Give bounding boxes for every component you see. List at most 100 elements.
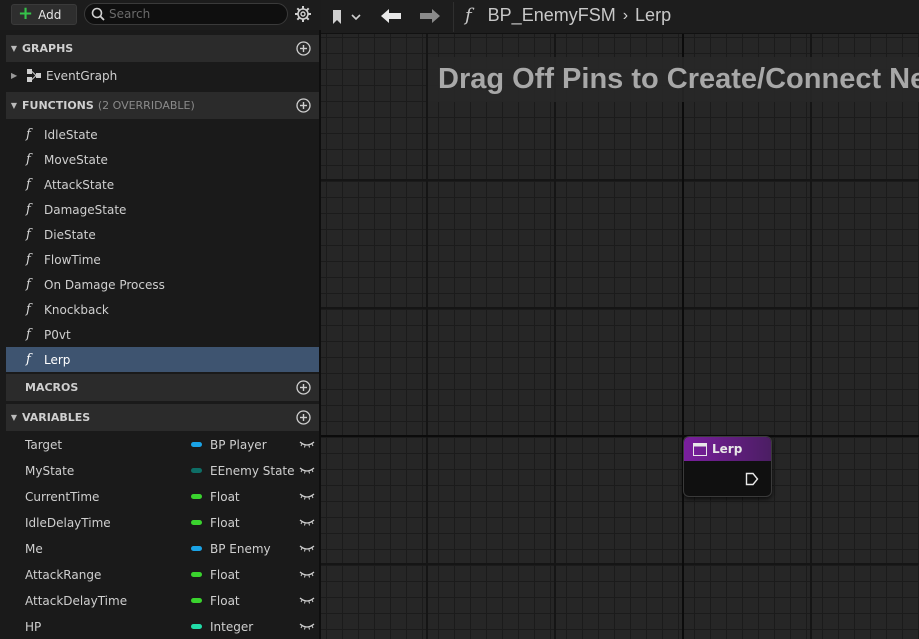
function-item[interactable]: f DamageState	[6, 197, 319, 222]
variable-type-label: Integer	[210, 619, 254, 634]
panel-toolbar: + Add	[0, 0, 321, 30]
section-graphs-label: GRAPHS	[22, 42, 74, 55]
my-blueprint-panel: + Add ▼ GRAPHS ▶	[0, 0, 321, 639]
function-item-label: MoveState	[44, 152, 108, 167]
variable-name: AttackRange	[25, 567, 102, 582]
variable-type-label: BP Player	[210, 437, 267, 452]
eye-closed-icon[interactable]	[299, 569, 315, 579]
add-graph-icon[interactable]	[296, 41, 311, 56]
function-icon: f	[26, 327, 31, 342]
graph-item-eventgraph[interactable]: ▶ EventGraph	[6, 63, 319, 88]
eye-closed-icon[interactable]	[299, 517, 315, 527]
section-variables-label: VARIABLES	[22, 411, 91, 424]
eye-closed-icon[interactable]	[299, 595, 315, 605]
add-button[interactable]: + Add	[11, 4, 77, 25]
graph-toolbar: f BP_EnemyFSM › Lerp	[321, 0, 919, 34]
eye-closed-icon[interactable]	[299, 491, 315, 501]
variable-type-label: EEnemy State	[210, 463, 295, 478]
variable-name: MyState	[25, 463, 75, 478]
function-icon: f	[26, 227, 31, 242]
function-item-label: P0vt	[44, 327, 71, 342]
variable-item[interactable]: AttackDelayTime Float	[6, 588, 319, 613]
plus-icon: +	[18, 2, 34, 24]
variable-type[interactable]: BP Enemy	[191, 542, 271, 556]
function-item-label: DamageState	[44, 202, 127, 217]
gear-icon[interactable]	[294, 5, 312, 23]
function-item[interactable]: f IdleState	[6, 122, 319, 147]
function-icon: f	[26, 177, 31, 192]
back-arrow-icon[interactable]	[380, 7, 402, 25]
function-icon: f	[465, 5, 472, 26]
variable-type-label: Float	[210, 593, 240, 608]
function-item-label: On Damage Process	[44, 277, 165, 292]
node-header: Lerp	[684, 437, 771, 461]
function-item-label: IdleState	[44, 127, 98, 142]
collapse-arrow-icon: ▼	[10, 101, 18, 110]
add-button-label: Add	[38, 7, 62, 22]
search-input[interactable]	[109, 7, 279, 21]
function-item[interactable]: f Knockback	[6, 297, 319, 322]
eye-closed-icon[interactable]	[299, 465, 315, 475]
function-item[interactable]: f On Damage Process	[6, 272, 319, 297]
grid-origin-line	[321, 435, 919, 437]
section-functions-sub: (2 OVERRIDABLE)	[97, 99, 195, 112]
expand-arrow-icon: ▶	[11, 71, 18, 80]
eye-closed-icon[interactable]	[299, 439, 315, 449]
type-pill-icon	[191, 572, 202, 577]
variable-name: CurrentTime	[25, 489, 100, 504]
collapse-arrow-icon: ▼	[10, 413, 18, 422]
function-icon: f	[26, 352, 31, 367]
function-entry-node[interactable]: Lerp	[683, 436, 772, 497]
function-item[interactable]: f P0vt	[6, 322, 319, 347]
breadcrumb-blueprint[interactable]: BP_EnemyFSM	[488, 5, 616, 26]
add-variable-icon[interactable]	[296, 410, 311, 425]
variable-item[interactable]: MyState EEnemy State	[6, 458, 319, 483]
function-item-label: Knockback	[44, 302, 109, 317]
variable-type[interactable]: Float	[191, 490, 240, 504]
node-title: Lerp	[712, 442, 743, 456]
add-macro-icon[interactable]	[296, 380, 311, 395]
section-functions[interactable]: ▼ FUNCTIONS (2 OVERRIDABLE)	[6, 92, 319, 119]
forward-arrow-icon[interactable]	[419, 7, 441, 25]
event-graph-icon	[27, 69, 41, 82]
section-functions-label: FUNCTIONS	[22, 99, 94, 112]
variable-item[interactable]: HP Integer	[6, 614, 319, 639]
section-graphs[interactable]: ▼ GRAPHS	[6, 35, 319, 62]
variable-type[interactable]: Integer	[191, 620, 253, 634]
eye-closed-icon[interactable]	[299, 543, 315, 553]
function-item-label: FlowTime	[44, 252, 101, 267]
eye-closed-icon[interactable]	[299, 621, 315, 631]
breadcrumb: f BP_EnemyFSM › Lerp	[465, 5, 671, 26]
variable-item[interactable]: Target BP Player	[6, 432, 319, 457]
function-item[interactable]: f AttackState	[6, 172, 319, 197]
type-pill-icon	[191, 624, 202, 629]
bookmark-icon[interactable]	[331, 9, 361, 25]
grid-line	[321, 179, 919, 181]
variable-item[interactable]: IdleDelayTime Float	[6, 510, 319, 535]
function-icon: f	[26, 202, 31, 217]
chevron-right-icon: ›	[622, 6, 629, 24]
breadcrumb-function[interactable]: Lerp	[635, 5, 671, 26]
function-item-selected[interactable]: f Lerp	[6, 347, 319, 372]
variable-item[interactable]: CurrentTime Float	[6, 484, 319, 509]
function-item[interactable]: f FlowTime	[6, 247, 319, 272]
variable-type[interactable]: EEnemy State	[191, 464, 295, 478]
variable-name: Me	[25, 541, 43, 556]
variable-type[interactable]: Float	[191, 568, 240, 582]
exec-pin-icon[interactable]	[745, 472, 759, 486]
section-macros[interactable]: MACROS	[6, 374, 319, 401]
variable-item[interactable]: AttackRange Float	[6, 562, 319, 587]
variable-type[interactable]: Float	[191, 594, 240, 608]
grid-line	[321, 307, 919, 309]
type-pill-icon	[191, 468, 202, 473]
function-item[interactable]: f MoveState	[6, 147, 319, 172]
add-function-icon[interactable]	[296, 98, 311, 113]
search-box[interactable]	[84, 3, 288, 25]
function-item[interactable]: f DieState	[6, 222, 319, 247]
variable-type[interactable]: Float	[191, 516, 240, 530]
section-variables[interactable]: ▼ VARIABLES	[6, 404, 319, 431]
graph-item-label: EventGraph	[46, 68, 118, 83]
variable-type[interactable]: BP Player	[191, 438, 267, 452]
variable-item[interactable]: Me BP Enemy	[6, 536, 319, 561]
graph-hint-banner: Drag Off Pins to Create/Connect New Node…	[428, 57, 919, 102]
